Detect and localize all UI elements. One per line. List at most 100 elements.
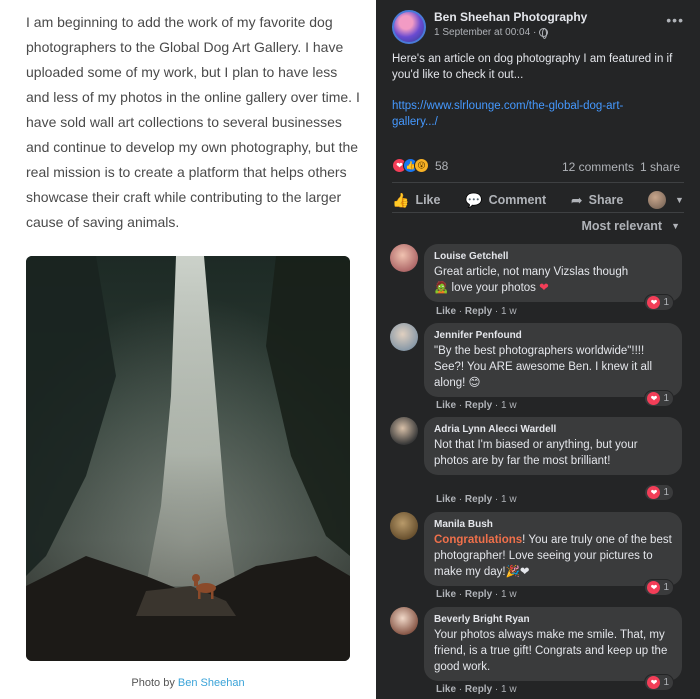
comment-bubble: Louise Getchell Great article, not many … <box>424 244 682 302</box>
comment-bubble: Manila Bush Congratulations! You are tru… <box>424 512 682 586</box>
comment-reaction[interactable]: ❤ 1 <box>644 579 674 596</box>
comment-bubble: Beverly Bright Ryan Your photos always m… <box>424 607 682 681</box>
reaction-count: 58 <box>435 158 449 173</box>
commenter-avatar[interactable] <box>390 607 418 635</box>
reaction-count: 1 <box>663 677 669 688</box>
wow-reaction-icon: 😮 <box>414 158 429 173</box>
shares-count[interactable]: 1 share <box>640 160 680 174</box>
comment-like-link[interactable]: Like <box>436 400 456 411</box>
commenter-name[interactable]: Manila Bush <box>434 518 672 532</box>
comment-time[interactable]: 1 w <box>501 684 517 695</box>
comment-actions: Like · Reply · 1 w <box>436 684 517 695</box>
comment-actions: Like · Reply · 1 w <box>436 400 517 411</box>
thumbs-up-icon: 👍 <box>392 191 410 208</box>
waterfall-dog-photo <box>26 256 350 661</box>
share-button[interactable]: ➦ Share <box>565 190 629 211</box>
comment-actions: Like · Reply · 1 w <box>436 494 517 505</box>
comment-time[interactable]: 1 w <box>501 306 517 317</box>
commenter-name[interactable]: Adria Lynn Alecci Wardell <box>434 423 672 437</box>
commenter-avatar[interactable] <box>390 417 418 445</box>
comment-line: love your photos <box>451 282 536 294</box>
comment-reaction[interactable]: ❤ 1 <box>644 390 674 407</box>
comment-sort-dropdown[interactable]: Most relevant ▼ <box>581 219 680 233</box>
comment-text: Congratulations! You are truly one of th… <box>434 532 672 580</box>
reaction-count: 1 <box>663 487 669 498</box>
reaction-count: 1 <box>663 582 669 593</box>
comment-reply-link[interactable]: Reply <box>465 684 492 695</box>
commenter-avatar[interactable] <box>390 512 418 540</box>
comment-time[interactable]: 1 w <box>501 494 517 505</box>
comment-actions: Like · Reply · 1 w <box>436 589 517 600</box>
smile-emoji-icon: 😊 <box>468 377 481 389</box>
divider <box>392 212 684 213</box>
comment-line: Great article, not many Vizslas though <box>434 266 629 278</box>
share-icon: ➦ <box>570 191 583 208</box>
comment-text: Not that I'm biased or anything, but you… <box>434 439 638 467</box>
caret-down-icon: ▼ <box>671 221 680 231</box>
love-reaction-icon: ❤ <box>647 676 661 689</box>
comment-reply-link[interactable]: Reply <box>465 589 492 600</box>
love-reaction-icon: ❤ <box>647 581 661 594</box>
comment-icon: 💬 <box>465 191 483 208</box>
commenter-name[interactable]: Louise Getchell <box>434 250 672 264</box>
post-text: Here's an article on dog photography I a… <box>392 53 673 81</box>
highlighted-word: Congratulations <box>434 534 523 546</box>
article-link[interactable]: https://www.slrlounge.com/the-global-dog… <box>392 98 662 130</box>
comment-text: Your photos always make me smile. That, … <box>434 629 668 673</box>
caption-author-link[interactable]: Ben Sheehan <box>178 677 245 689</box>
photo-caption: Photo by Ben Sheehan <box>0 677 376 689</box>
comment-actions: Like · Reply · 1 w <box>436 306 517 317</box>
love-reaction-icon: ❤ <box>647 392 661 405</box>
reaction-summary[interactable]: ❤ 👍 😮 58 <box>392 158 448 173</box>
reaction-audience-selector[interactable]: ▼ <box>642 189 690 211</box>
party-heart-emoji-icon: 🎉❤ <box>505 566 530 578</box>
facebook-post: Ben Sheehan Photography 1 September at 0… <box>376 0 700 699</box>
like-button[interactable]: 👍 Like <box>386 190 446 211</box>
caret-down-icon: ▼ <box>675 195 684 205</box>
comment-line: "By the best photographers worldwide"!!!… <box>434 345 652 389</box>
commenter-name[interactable]: Beverly Bright Ryan <box>434 613 672 627</box>
comment-like-link[interactable]: Like <box>436 494 456 505</box>
comment-like-link[interactable]: Like <box>436 684 456 695</box>
comment-button[interactable]: 💬 Comment <box>459 190 552 211</box>
comment-reaction[interactable]: ❤ 1 <box>644 294 674 311</box>
comment-time[interactable]: 1 w <box>501 400 517 411</box>
comment-bubble: Adria Lynn Alecci Wardell Not that I'm b… <box>424 417 682 475</box>
sort-label: Most relevant <box>581 219 663 233</box>
comment-reply-link[interactable]: Reply <box>465 494 492 505</box>
reaction-count: 1 <box>663 393 669 404</box>
article-paragraph: I am beginning to add the work of my fav… <box>26 14 360 230</box>
post-meta: 1 September at 00:04 · <box>434 27 549 39</box>
comment-reply-link[interactable]: Reply <box>465 400 492 411</box>
comment-bubble: Jennifer Penfound "By the best photograp… <box>424 323 682 397</box>
comments-count[interactable]: 12 comments <box>562 160 634 174</box>
love-reaction-icon: ❤ <box>647 486 661 499</box>
page-name[interactable]: Ben Sheehan Photography <box>434 10 587 24</box>
comment-time[interactable]: 1 w <box>501 589 517 600</box>
article-panel: I am beginning to add the work of my fav… <box>0 0 376 699</box>
love-reaction-icon: ❤ <box>647 296 661 309</box>
comment-reaction[interactable]: ❤ 1 <box>644 484 674 501</box>
zombie-emoji-icon: 🧟 <box>434 282 449 294</box>
commenter-avatar[interactable] <box>390 323 418 351</box>
reaction-count: 1 <box>663 297 669 308</box>
comment-reply-link[interactable]: Reply <box>465 306 492 317</box>
page-avatar[interactable] <box>392 10 426 44</box>
comment-reaction[interactable]: ❤ 1 <box>644 674 674 691</box>
comment-text: Great article, not many Vizslas though 🧟… <box>434 264 672 296</box>
comment-text: "By the best photographers worldwide"!!!… <box>434 343 672 391</box>
heart-emoji-icon: ❤ <box>539 282 549 294</box>
comment-like-link[interactable]: Like <box>436 589 456 600</box>
globe-icon <box>539 28 549 39</box>
viewer-avatar <box>648 191 667 209</box>
post-actions: 👍 Like 💬 Comment ➦ Share ▼ <box>386 189 690 211</box>
post-date[interactable]: 1 September at 00:04 · <box>434 27 536 38</box>
commenter-name[interactable]: Jennifer Penfound <box>434 329 672 343</box>
ellipsis-icon[interactable]: ••• <box>666 12 684 28</box>
caption-prefix: Photo by <box>131 677 175 689</box>
share-label: Share <box>588 193 624 207</box>
commenter-avatar[interactable] <box>390 244 418 272</box>
divider <box>392 182 684 183</box>
engagement-counts: 12 comments 1 share <box>562 160 680 174</box>
comment-like-link[interactable]: Like <box>436 306 456 317</box>
